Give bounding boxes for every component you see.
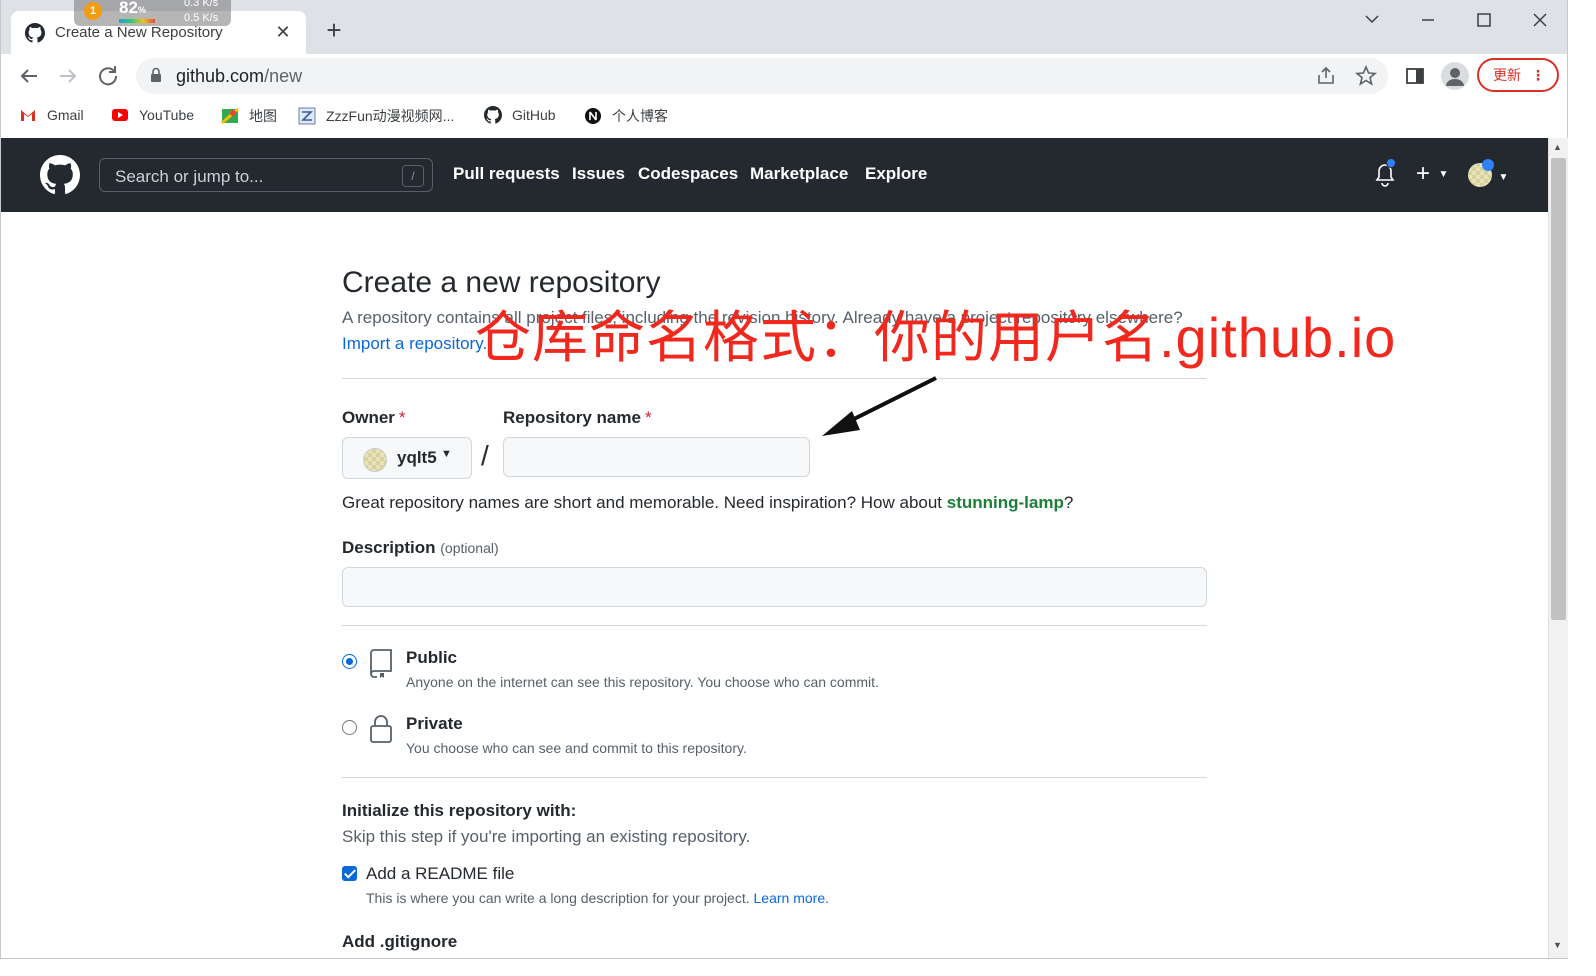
youtube-icon: [112, 109, 128, 121]
bookmark-gmail[interactable]: Gmail: [19, 106, 84, 124]
share-icon[interactable]: [1314, 64, 1338, 88]
readme-desc: This is where you can write a long descr…: [366, 890, 829, 906]
scroll-down-icon[interactable]: ▼: [1553, 940, 1562, 950]
widget-percent: 82%: [119, 0, 146, 17]
visibility-public-radio[interactable]: [342, 654, 357, 669]
zzzfun-icon: [298, 107, 316, 125]
bookmark-star-icon[interactable]: [1354, 64, 1378, 88]
init-heading: Initialize this repository with:: [342, 801, 577, 820]
repo-name-label: Repository name *: [503, 408, 652, 427]
search-shortcut-key: /: [402, 165, 424, 187]
import-repository-link[interactable]: Import a repository.: [342, 334, 487, 354]
visibility-public-title: Public: [406, 648, 458, 667]
scrollbar-thumb[interactable]: [1551, 158, 1566, 620]
desktop-background: [1568, 0, 1596, 976]
profile-avatar-icon[interactable]: [1441, 62, 1469, 90]
github-icon: [484, 106, 502, 124]
owner-avatar: [363, 448, 387, 472]
plus-icon: +: [1416, 160, 1431, 187]
visibility-public-desc: Anyone on the internet can see this repo…: [406, 674, 879, 690]
tab-close-icon[interactable]: ✕: [274, 22, 292, 43]
lock-icon: [151, 67, 161, 82]
owner-select-button[interactable]: yqlt5 ▼: [342, 437, 472, 479]
notion-icon: [585, 108, 601, 124]
window-bottom-border: [0, 958, 1568, 959]
repo-icon: [370, 649, 392, 678]
user-menu-dropdown[interactable]: ▼: [1468, 159, 1509, 192]
divider: [342, 625, 1207, 626]
status-dot-icon: [1482, 159, 1494, 171]
new-tab-button[interactable]: +: [321, 17, 347, 43]
learn-more-link[interactable]: Learn more.: [754, 890, 829, 906]
bookmark-blog[interactable]: 个人博客: [584, 106, 668, 126]
description-label: Description (optional): [342, 538, 499, 557]
browser-tab-strip: Create a New Repository ✕ + 1 82% 0.3 K/…: [0, 0, 1568, 54]
search-placeholder: Search or jump to...: [115, 167, 264, 186]
page-title: Create a new repository: [342, 266, 661, 299]
notification-indicator-icon: [1386, 158, 1396, 168]
page-scrollbar[interactable]: ▲ ▼: [1548, 138, 1568, 958]
widget-upload-speed: 0.3 K/s: [184, 0, 219, 9]
add-readme-label[interactable]: Add a README file: [366, 864, 514, 884]
bookmark-maps[interactable]: 地图: [221, 106, 277, 126]
add-readme-checkbox[interactable]: [342, 866, 357, 881]
caret-down-icon: ▼: [1498, 172, 1509, 183]
repository-name-input[interactable]: [503, 437, 810, 477]
gitignore-heading: Add .gitignore: [342, 932, 458, 951]
owner-name: yqlt5: [397, 448, 437, 467]
scroll-up-icon[interactable]: ▲: [1553, 142, 1562, 152]
reload-icon[interactable]: [94, 62, 122, 90]
widget-badge: 1: [84, 2, 102, 20]
divider: [342, 378, 1207, 379]
nav-codespaces[interactable]: Codespaces: [638, 164, 738, 184]
tab-search-chevron-icon[interactable]: [1359, 12, 1385, 28]
github-favicon-icon: [25, 22, 45, 43]
side-panel-icon[interactable]: [1403, 64, 1427, 88]
maps-icon: [221, 107, 239, 125]
description-input[interactable]: [342, 567, 1207, 607]
create-new-dropdown[interactable]: + ▼: [1416, 160, 1448, 188]
nav-pull-requests[interactable]: Pull requests: [453, 164, 560, 184]
visibility-private-title: Private: [406, 714, 463, 733]
init-subtext: Skip this step if you're importing an ex…: [342, 827, 751, 846]
divider: [342, 777, 1207, 778]
update-label: 更新: [1493, 67, 1521, 83]
repo-name-hint: Great repository names are short and mem…: [342, 493, 1074, 512]
bookmark-zzzfun[interactable]: ZzzFun动漫视频网...: [298, 106, 454, 126]
minimize-icon[interactable]: [1415, 12, 1441, 28]
window-left-border: [0, 138, 1, 958]
nav-issues[interactable]: Issues: [572, 164, 625, 184]
gmail-icon: [21, 110, 35, 121]
update-button[interactable]: 更新 ⋮: [1477, 58, 1559, 92]
network-monitor-widget: 1 82% 0.3 K/s 0.5 K/s: [74, 0, 231, 26]
caret-down-icon: ▼: [441, 448, 452, 460]
owner-label: Owner *: [342, 408, 406, 427]
annotation-text: 仓库命名格式：你的用户名.github.io: [475, 306, 1397, 369]
name-suggestion-link[interactable]: stunning-lamp: [947, 493, 1064, 512]
bookmarks-bar: Gmail YouTube 地图 ZzzFun动漫视频网... GitHub 个…: [0, 98, 1568, 138]
forward-arrow-icon[interactable]: [54, 62, 82, 90]
github-search-input[interactable]: Search or jump to... /: [99, 158, 433, 192]
nav-explore[interactable]: Explore: [865, 164, 927, 184]
bookmark-youtube[interactable]: YouTube: [111, 106, 194, 124]
maximize-icon[interactable]: [1471, 10, 1497, 30]
caret-down-icon: ▼: [1438, 169, 1449, 180]
back-arrow-icon[interactable]: [15, 62, 43, 90]
github-logo-icon[interactable]: [40, 155, 80, 195]
more-menu-icon[interactable]: ⋮: [1531, 60, 1545, 90]
owner-repo-separator: /: [481, 440, 489, 471]
bookmark-github[interactable]: GitHub: [484, 106, 556, 124]
widget-download-speed: 0.5 K/s: [184, 12, 219, 24]
browser-toolbar: github.com/new 更新 ⋮: [0, 54, 1568, 98]
lock-icon: [370, 715, 392, 743]
window-close-icon[interactable]: [1527, 10, 1553, 30]
address-bar[interactable]: github.com/new: [136, 58, 1388, 94]
tab-title: Create a New Repository: [55, 24, 223, 41]
nav-marketplace[interactable]: Marketplace: [750, 164, 848, 184]
visibility-private-desc: You choose who can see and commit to thi…: [406, 740, 747, 756]
github-header: Search or jump to... / Pull requests Iss…: [0, 138, 1548, 212]
visibility-private-radio[interactable]: [342, 720, 357, 735]
url-text: github.com/new: [176, 66, 303, 86]
widget-usage-bar: [119, 19, 155, 23]
